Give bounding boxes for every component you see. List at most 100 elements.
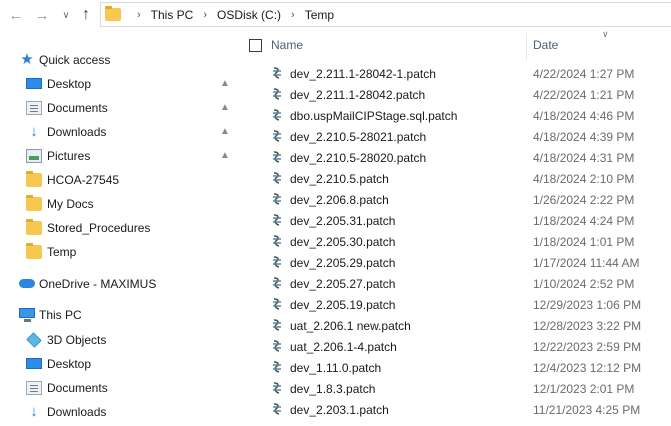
- file-row[interactable]: dev_2.205.27.patch 1/10/2024 2:52 PM: [238, 273, 671, 294]
- file-row[interactable]: dev_2.205.30.patch 1/18/2024 1:01 PM: [238, 231, 671, 252]
- breadcrumb-this-pc[interactable]: This PC: [151, 8, 194, 22]
- patch-file-icon: [271, 381, 283, 395]
- column-header-name[interactable]: Name: [271, 38, 303, 52]
- file-date: 12/1/2023 2:01 PM: [533, 382, 635, 396]
- file-name: dev_1.8.3.patch: [290, 382, 376, 396]
- file-row[interactable]: dev_2.205.29.patch 1/17/2024 11:44 AM: [238, 252, 671, 273]
- forward-arrow-icon[interactable]: →: [32, 5, 52, 25]
- select-all-checkbox[interactable]: [249, 39, 262, 52]
- sidebar-item-label: Documents: [47, 101, 108, 115]
- file-row[interactable]: dev_2.205.31.patch 1/18/2024 4:24 PM: [238, 210, 671, 231]
- patch-file-icon: [271, 87, 283, 101]
- breadcrumb-osdisk[interactable]: OSDisk (C:): [217, 8, 281, 22]
- file-row[interactable]: dev_2.210.5-28021.patch 4/18/2024 4:39 PM: [238, 126, 671, 147]
- sidebar-item-onedrive[interactable]: OneDrive - MAXIMUS: [0, 273, 238, 295]
- address-bar[interactable]: › This PC › OSDisk (C:) › Temp: [100, 2, 671, 27]
- file-name: dev_2.203.1.patch: [290, 403, 389, 417]
- file-name: dev_2.211.1-28042-1.patch: [290, 67, 436, 81]
- sidebar-item-downloads[interactable]: ↓ Downloads ▲: [0, 121, 238, 143]
- desktop-icon: [26, 78, 42, 89]
- file-name: dev_2.211.1-28042.patch: [290, 88, 426, 102]
- cloud-icon: [19, 279, 35, 288]
- pin-icon[interactable]: ▲: [220, 78, 230, 89]
- file-date: 1/17/2024 11:44 AM: [533, 256, 640, 270]
- sidebar-item-label: HCOA-27545: [47, 173, 120, 187]
- file-date: 12/22/2023 2:59 PM: [533, 340, 642, 354]
- file-row[interactable]: dev_2.206.8.patch 1/26/2024 2:22 PM: [238, 189, 671, 210]
- file-list: Name Date ∨ dev_2.211.1-28042-1.patch 4/2…: [238, 29, 671, 426]
- sidebar-item-my-docs[interactable]: My Docs: [0, 193, 238, 215]
- file-row[interactable]: uat_2.206.1-4.patch 12/22/2023 2:59 PM: [238, 336, 671, 357]
- sidebar-item-stored-procedures[interactable]: Stored_Procedures: [0, 217, 238, 239]
- sidebar-item-label: Temp: [47, 245, 77, 259]
- file-date: 1/18/2024 4:24 PM: [533, 214, 635, 228]
- sidebar-item-label: Stored_Procedures: [47, 221, 151, 235]
- patch-file-icon: [271, 339, 283, 353]
- sort-chevron-icon: ∨: [602, 29, 609, 39]
- file-row[interactable]: dev_2.211.1-28042.patch 4/22/2024 1:21 PM: [238, 84, 671, 105]
- file-date: 1/26/2024 2:22 PM: [533, 193, 635, 207]
- file-name: dbo.uspMailCIPStage.sql.patch: [290, 109, 458, 123]
- breadcrumb-separator-icon[interactable]: ›: [291, 9, 295, 21]
- column-header-date[interactable]: Date: [533, 38, 558, 52]
- breadcrumb-separator-icon[interactable]: ›: [203, 9, 207, 21]
- file-row[interactable]: dev_2.205.19.patch 12/29/2023 1:06 PM: [238, 294, 671, 315]
- sidebar-item-label: Desktop: [47, 77, 92, 91]
- navigation-pane: ★ Quick access Desktop ▲ Documents ▲ ↓ D…: [0, 30, 238, 426]
- sidebar-item-label: This PC: [39, 308, 82, 322]
- file-name: dev_2.206.8.patch: [290, 193, 389, 207]
- patch-file-icon: [271, 129, 283, 143]
- sidebar-item-label: Downloads: [47, 125, 107, 139]
- file-date: 4/22/2024 1:27 PM: [533, 67, 635, 81]
- sidebar-item-3d-objects[interactable]: 3D Objects: [0, 329, 238, 351]
- sidebar-item-quick-access[interactable]: ★ Quick access: [0, 49, 238, 71]
- sidebar-item-label: Pictures: [47, 149, 91, 163]
- pin-icon[interactable]: ▲: [220, 150, 230, 161]
- sidebar-item-hcoa-27545[interactable]: HCOA-27545: [0, 169, 238, 191]
- file-row[interactable]: dbo.uspMailCIPStage.sql.patch 4/18/2024 4…: [238, 105, 671, 126]
- file-name: dev_2.205.31.patch: [290, 214, 396, 228]
- sidebar-item-desktop[interactable]: Desktop ▲: [0, 73, 238, 95]
- patch-file-icon: [271, 234, 283, 248]
- file-date: 12/28/2023 3:22 PM: [533, 319, 642, 333]
- back-arrow-icon[interactable]: ←: [6, 5, 26, 25]
- sidebar-item-label: Quick access: [39, 53, 111, 67]
- file-name: dev_2.210.5-28020.patch: [290, 151, 427, 165]
- 3d-objects-icon: [26, 332, 42, 348]
- file-row[interactable]: uat_2.206.1 new.patch 12/28/2023 3:22 PM: [238, 315, 671, 336]
- patch-file-icon: [271, 318, 283, 332]
- file-row[interactable]: dev_1.8.3.patch 12/1/2023 2:01 PM: [238, 378, 671, 399]
- file-date: 4/18/2024 4:39 PM: [533, 130, 635, 144]
- sidebar-item-temp[interactable]: Temp: [0, 241, 238, 263]
- sidebar-item-documents[interactable]: Documents: [0, 377, 238, 399]
- patch-file-icon: [271, 402, 283, 416]
- file-row[interactable]: dev_1.11.0.patch 12/4/2023 12:12 PM: [238, 357, 671, 378]
- sidebar-item-this-pc[interactable]: This PC: [0, 304, 238, 326]
- recent-locations-chevron-icon[interactable]: ∨: [56, 5, 76, 25]
- file-row[interactable]: dev_2.211.1-28042-1.patch 4/22/2024 1:27 …: [238, 63, 671, 84]
- sidebar-item-pictures[interactable]: Pictures ▲: [0, 145, 238, 167]
- file-date: 4/22/2024 1:21 PM: [533, 88, 635, 102]
- folder-icon: [26, 219, 42, 235]
- desktop-icon: [26, 358, 42, 369]
- file-name: dev_2.205.19.patch: [290, 298, 396, 312]
- file-row[interactable]: dev_2.210.5-28020.patch 4/18/2024 4:31 PM: [238, 147, 671, 168]
- column-divider[interactable]: [526, 33, 527, 60]
- pin-icon[interactable]: ▲: [220, 102, 230, 113]
- file-row[interactable]: dev_2.210.5.patch 4/18/2024 2:10 PM: [238, 168, 671, 189]
- breadcrumb-temp[interactable]: Temp: [305, 8, 334, 22]
- sidebar-item-downloads[interactable]: ↓ Downloads: [0, 401, 238, 423]
- sidebar-item-desktop[interactable]: Desktop: [0, 353, 238, 375]
- file-name: dev_2.205.30.patch: [290, 235, 396, 249]
- sidebar-item-label: Desktop: [47, 357, 92, 371]
- folder-icon: [26, 195, 42, 211]
- file-date: 12/4/2023 12:12 PM: [533, 361, 642, 375]
- sidebar-item-label: Documents: [47, 381, 108, 395]
- documents-icon: [26, 101, 42, 115]
- sidebar-item-documents[interactable]: Documents ▲: [0, 97, 238, 119]
- file-date: 4/18/2024 4:31 PM: [533, 151, 635, 165]
- breadcrumb-separator-icon[interactable]: ›: [137, 9, 141, 21]
- up-arrow-icon[interactable]: ↑: [76, 5, 96, 25]
- pin-icon[interactable]: ▲: [220, 126, 230, 137]
- file-row[interactable]: dev_2.203.1.patch 11/21/2023 4:25 PM: [238, 399, 671, 420]
